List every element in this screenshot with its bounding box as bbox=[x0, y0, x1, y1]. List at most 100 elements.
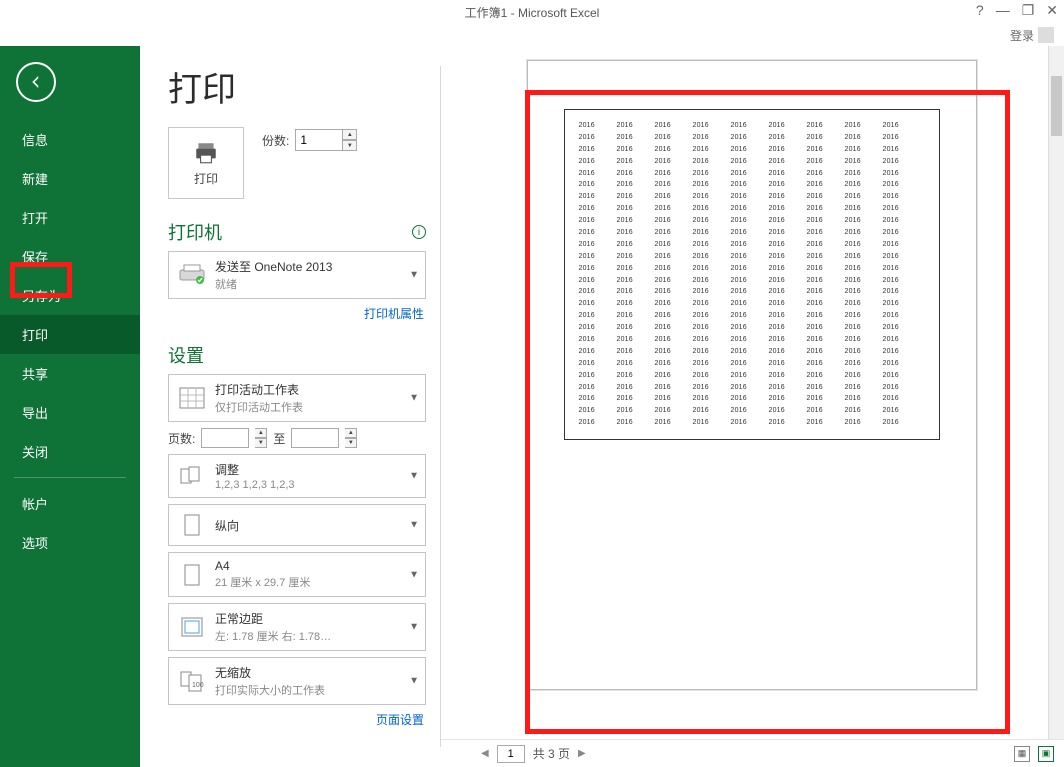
minimize-button[interactable]: — bbox=[996, 2, 1010, 19]
cell: 2016 bbox=[579, 263, 599, 275]
cell: 2016 bbox=[693, 417, 713, 429]
margins-sub: 左: 1.78 厘米 右: 1.78… bbox=[215, 628, 331, 644]
paper-size-dropdown[interactable]: A421 厘米 x 29.7 厘米 ▼ bbox=[168, 552, 426, 597]
cell: 2016 bbox=[693, 215, 713, 227]
window-title: 工作簿1 - Microsoft Excel bbox=[465, 4, 600, 21]
sidebar-item-8[interactable]: 关闭 bbox=[0, 432, 140, 471]
pages-from-input[interactable] bbox=[201, 428, 249, 448]
cell: 2016 bbox=[693, 263, 713, 275]
collation-dropdown[interactable]: 调整1,2,3 1,2,3 1,2,3 ▼ bbox=[168, 454, 426, 498]
chevron-down-icon: ▼ bbox=[409, 471, 419, 482]
print-button[interactable]: 打印 bbox=[168, 127, 244, 199]
chevron-down-icon: ▼ bbox=[409, 676, 419, 687]
cell: 2016 bbox=[807, 382, 827, 394]
cell: 2016 bbox=[731, 263, 751, 275]
cell: 2016 bbox=[769, 370, 789, 382]
pages-to-up[interactable]: ▲ bbox=[345, 428, 357, 438]
sidebar-item2-0[interactable]: 帐户 bbox=[0, 484, 140, 523]
settings-section-title: 设置 bbox=[168, 342, 204, 368]
cell: 2016 bbox=[731, 310, 751, 322]
cell: 2016 bbox=[769, 358, 789, 370]
cell: 2016 bbox=[693, 382, 713, 394]
sidebar-item-4[interactable]: 另存为 bbox=[0, 276, 140, 315]
copies-down[interactable]: ▼ bbox=[343, 140, 357, 151]
cell: 2016 bbox=[617, 239, 637, 251]
avatar-icon[interactable] bbox=[1038, 27, 1054, 43]
cell: 2016 bbox=[655, 179, 675, 191]
cell: 2016 bbox=[731, 286, 751, 298]
cell: 2016 bbox=[693, 156, 713, 168]
cell: 2016 bbox=[845, 334, 865, 346]
printer-section-title: 打印机 bbox=[168, 219, 222, 245]
cell: 2016 bbox=[769, 215, 789, 227]
cell: 2016 bbox=[655, 168, 675, 180]
zoom-to-page-button[interactable]: ▣ bbox=[1038, 746, 1054, 762]
cell: 2016 bbox=[655, 405, 675, 417]
sidebar-item-2[interactable]: 打开 bbox=[0, 198, 140, 237]
vertical-scrollbar[interactable] bbox=[1048, 46, 1064, 739]
prev-page-button[interactable]: ◀ bbox=[481, 748, 489, 759]
sidebar-item-3[interactable]: 保存 bbox=[0, 237, 140, 276]
cell: 2016 bbox=[579, 417, 599, 429]
page-setup-link[interactable]: 页面设置 bbox=[168, 711, 424, 728]
cell: 2016 bbox=[769, 156, 789, 168]
cell: 2016 bbox=[731, 346, 751, 358]
sidebar-item-6[interactable]: 共享 bbox=[0, 354, 140, 393]
margins-dropdown[interactable]: 正常边距左: 1.78 厘米 右: 1.78… ▼ bbox=[168, 603, 426, 651]
scaling-dropdown[interactable]: 100 无缩放打印实际大小的工作表 ▼ bbox=[168, 657, 426, 705]
cell: 2016 bbox=[883, 168, 903, 180]
collation-sub: 1,2,3 1,2,3 1,2,3 bbox=[215, 479, 295, 491]
sidebar-item-1[interactable]: 新建 bbox=[0, 159, 140, 198]
pages-from-down[interactable]: ▼ bbox=[255, 438, 267, 448]
sidebar-item2-1[interactable]: 选项 bbox=[0, 523, 140, 562]
cell: 2016 bbox=[769, 286, 789, 298]
sidebar-item-5[interactable]: 打印 bbox=[0, 315, 140, 354]
sheet-icon bbox=[177, 384, 207, 412]
cell: 2016 bbox=[731, 275, 751, 287]
cell: 2016 bbox=[807, 298, 827, 310]
cell: 2016 bbox=[769, 203, 789, 215]
orientation-dropdown[interactable]: 纵向 ▼ bbox=[168, 504, 426, 546]
sidebar-item-0[interactable]: 信息 bbox=[0, 120, 140, 159]
printer-dropdown[interactable]: 发送至 OneNote 2013 就绪 ▼ bbox=[168, 251, 426, 299]
cell: 2016 bbox=[807, 251, 827, 263]
pages-to-down[interactable]: ▼ bbox=[345, 438, 357, 448]
scrollbar-thumb[interactable] bbox=[1051, 76, 1062, 136]
pages-to-input[interactable] bbox=[291, 428, 339, 448]
back-button[interactable] bbox=[16, 62, 56, 102]
cell: 2016 bbox=[693, 393, 713, 405]
login-link[interactable]: 登录 bbox=[1010, 27, 1034, 44]
cell: 2016 bbox=[807, 370, 827, 382]
cell: 2016 bbox=[731, 370, 751, 382]
pages-from-up[interactable]: ▲ bbox=[255, 428, 267, 438]
close-button[interactable]: ✕ bbox=[1046, 2, 1058, 19]
next-page-button[interactable]: ▶ bbox=[578, 748, 586, 759]
cell: 2016 bbox=[731, 179, 751, 191]
printer-properties-link[interactable]: 打印机属性 bbox=[168, 305, 424, 322]
sidebar-item-7[interactable]: 导出 bbox=[0, 393, 140, 432]
help-button[interactable]: ? bbox=[976, 2, 984, 19]
cell: 2016 bbox=[845, 405, 865, 417]
print-what-dropdown[interactable]: 打印活动工作表仅打印活动工作表 ▼ bbox=[168, 374, 426, 422]
show-margins-button[interactable]: ▦ bbox=[1014, 746, 1030, 762]
printer-info-icon[interactable]: i bbox=[412, 225, 426, 239]
orientation-title: 纵向 bbox=[215, 517, 239, 534]
cell: 2016 bbox=[655, 382, 675, 394]
copies-input[interactable] bbox=[295, 129, 343, 151]
copies-up[interactable]: ▲ bbox=[343, 129, 357, 140]
cell: 2016 bbox=[655, 239, 675, 251]
cell: 2016 bbox=[883, 275, 903, 287]
cell: 2016 bbox=[845, 239, 865, 251]
pages-to-label: 至 bbox=[273, 430, 285, 447]
cell: 2016 bbox=[693, 322, 713, 334]
cell: 2016 bbox=[693, 203, 713, 215]
cell: 2016 bbox=[655, 370, 675, 382]
cell: 2016 bbox=[731, 239, 751, 251]
cell: 2016 bbox=[579, 298, 599, 310]
page-number-input[interactable] bbox=[497, 745, 525, 763]
cell: 2016 bbox=[579, 215, 599, 227]
cell: 2016 bbox=[883, 322, 903, 334]
restore-button[interactable]: ❐ bbox=[1022, 2, 1035, 19]
cell: 2016 bbox=[617, 334, 637, 346]
cell: 2016 bbox=[655, 298, 675, 310]
